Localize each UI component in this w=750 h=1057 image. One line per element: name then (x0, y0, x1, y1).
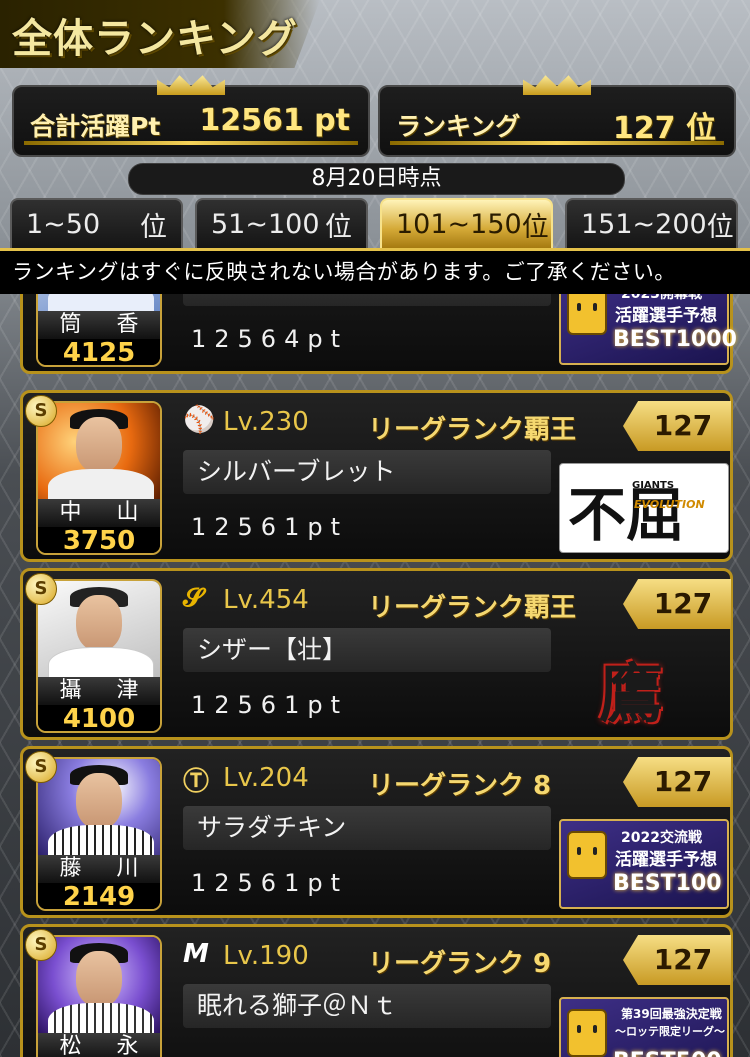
tab-151-200[interactable]: 151~200 位 (565, 198, 738, 248)
tab-unit: 位 (521, 211, 549, 243)
title-badge: 不屈 GIANTS EVOLUTION (559, 463, 729, 553)
tab-range: 101~150 (396, 208, 522, 240)
mascot-icon (567, 294, 607, 335)
player-photo (38, 294, 160, 325)
notice-banner: ランキングはすぐに反映されない場合があります。ご了承ください。 (0, 248, 750, 294)
event-badge: 2022交流戦 活躍選手予想 BEST100 (559, 819, 729, 909)
player-name: 眠れる獅子＠Ｎｔ (183, 984, 551, 1028)
s-rank-icon: S (25, 573, 57, 605)
ranking-label: ランキング (396, 112, 521, 141)
portrait-name: 藤 川 (38, 855, 160, 883)
tab-unit: 位 (140, 211, 167, 243)
player-points: 12561pt (191, 513, 348, 541)
rank-tag: 127 (623, 579, 731, 629)
tab-101-150[interactable]: 101~150 位 (380, 198, 553, 248)
league-rank: リーグランク 8 (368, 771, 552, 801)
player-level: Lv.204 (223, 763, 309, 793)
player-portrait: 筒 香 4125 (36, 294, 162, 367)
tab-51-100[interactable]: 51~100 位 (195, 198, 368, 248)
league-rank: リーグランク 9 (368, 949, 552, 979)
marines-icon: M (183, 939, 209, 969)
player-power: 4100 (38, 705, 160, 731)
total-points-label: 合計活躍Pt (30, 112, 161, 141)
league-rank: リーグランク覇王 (368, 415, 577, 445)
as-of-date: 8月20日時点 (128, 163, 625, 195)
player-portrait: 中 山 3750 (36, 401, 162, 555)
portrait-name: 松 永 (38, 1033, 160, 1057)
total-points-panel: 合計活躍Pt 12561 pt (12, 75, 370, 157)
player-photo (38, 403, 160, 513)
s-rank-icon: S (25, 751, 57, 783)
ranking-card[interactable]: S 藤 川 2149 Ⓣ Lv.204 リーグランク 8 サラダチキン 1256… (20, 746, 733, 918)
player-name: サラダチキン (183, 806, 551, 850)
tab-range: 51~100 (211, 208, 320, 240)
ranking-card[interactable]: S 攝 津 4100 𝓢 Lv.454 リーグランク覇王 シザー【壮】 1256… (20, 568, 733, 740)
tab-range: 151~200 (581, 208, 707, 240)
player-level: Lv.230 (223, 407, 309, 437)
player-name: シルバーブレット (183, 450, 551, 494)
player-name: 6シックス9ナイン (183, 294, 551, 306)
gold-divider (390, 141, 724, 145)
ranking-card[interactable]: S 松 永 M Lv.190 リーグランク 9 眠れる獅子＠Ｎｔ 127 第39… (20, 924, 733, 1057)
ranking-card[interactable]: S 中 山 3750 ⚾ Lv.230 リーグランク覇王 シルバーブレット 12… (20, 390, 733, 562)
ranking-panel: ランキング 127 位 (378, 75, 736, 157)
portrait-name: 攝 津 (38, 677, 160, 705)
player-photo (38, 759, 160, 869)
giants-icon: ⚾ (183, 405, 216, 435)
player-power: 3750 (38, 527, 160, 553)
player-points: 12561pt (191, 691, 348, 719)
tab-1-50[interactable]: 1~50 位 (10, 198, 183, 248)
s-rank-icon: S (25, 395, 57, 427)
player-level: Lv.190 (223, 941, 309, 971)
ranking-list[interactable]: 筒 香 4125 6シックス9ナイン 12564pt 2023開幕戦 活躍選手予… (0, 294, 750, 1057)
player-photo (38, 937, 160, 1047)
player-points: 12564pt (191, 325, 348, 353)
player-portrait: 攝 津 4100 (36, 579, 162, 733)
tab-unit: 位 (706, 211, 734, 243)
page-title: 全体ランキング (12, 16, 298, 62)
mascot-icon (567, 831, 607, 879)
league-rank: リーグランク覇王 (368, 593, 577, 623)
ranking-card[interactable]: 筒 香 4125 6シックス9ナイン 12564pt 2023開幕戦 活躍選手予… (20, 294, 737, 374)
event-badge: 2023開幕戦 活躍選手予想 BEST1000 (559, 294, 737, 365)
hawks-icon: 𝓢 (183, 583, 204, 613)
portrait-name: 筒 香 (38, 311, 160, 339)
title-badge: 鷹 (599, 657, 663, 732)
player-portrait: 藤 川 2149 (36, 757, 162, 911)
tab-range: 1~50 (26, 208, 101, 240)
rank-tag: 127 (623, 401, 731, 451)
player-power: 4125 (38, 339, 160, 365)
player-portrait: 松 永 (36, 935, 162, 1057)
player-photo (38, 581, 160, 691)
player-points: 12561pt (191, 869, 348, 897)
portrait-name: 中 山 (38, 499, 160, 527)
player-name: シザー【壮】 (183, 628, 551, 672)
event-badge: 第39回最強決定戦 〜ロッテ限定リーグ〜 BEST500 (559, 997, 729, 1057)
tab-unit: 位 (325, 211, 352, 243)
player-level: Lv.454 (223, 585, 309, 615)
tigers-icon: Ⓣ (183, 767, 210, 797)
player-power: 2149 (38, 883, 160, 909)
rank-tag: 127 (623, 757, 731, 807)
total-points-value: 12561 pt (199, 103, 350, 138)
s-rank-icon: S (25, 929, 57, 961)
medal-icon (567, 1009, 607, 1057)
rank-tag: 127 (623, 935, 731, 985)
gold-divider (24, 141, 358, 145)
